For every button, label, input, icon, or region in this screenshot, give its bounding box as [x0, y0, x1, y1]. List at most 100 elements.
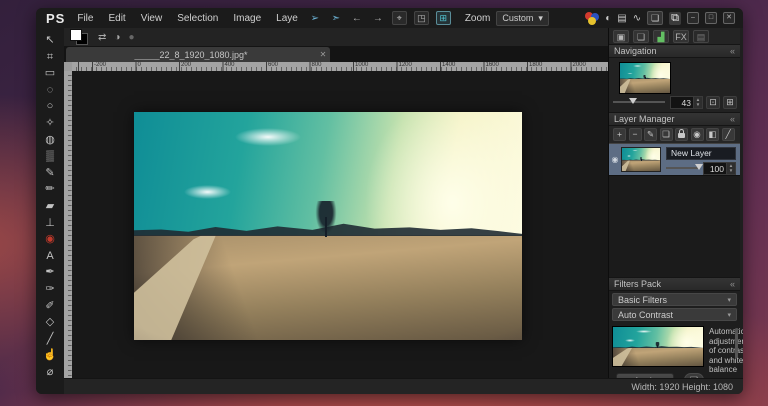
move-tool[interactable]: ↖ — [40, 32, 60, 49]
tab-layers[interactable]: ❏ — [633, 30, 649, 43]
select-tool-icon[interactable]: ➢ — [308, 13, 322, 24]
duplicate-layer-button[interactable]: ❏ — [660, 128, 673, 141]
collapse-icon[interactable]: « — [730, 279, 735, 289]
visibility-layer-button[interactable]: ◉ — [691, 128, 704, 141]
pencil-tool[interactable]: ✎ — [40, 165, 60, 182]
add-layer-button[interactable]: + — [613, 128, 626, 141]
tab-effects[interactable]: FX — [673, 30, 689, 43]
zoom-mode-value: Custom — [502, 13, 533, 23]
document-tab[interactable]: _____22_8_1920_1080.jpg* ✕ — [66, 47, 330, 62]
select-alt-tool-icon[interactable]: ➣ — [329, 13, 343, 24]
menu-file[interactable]: File — [77, 13, 93, 24]
remove-layer-button[interactable]: − — [629, 128, 642, 141]
clone-stamp-tool[interactable]: ⊥ — [40, 215, 60, 232]
nav-zoom-slider[interactable] — [613, 101, 665, 103]
brush-tool[interactable]: ✏ — [40, 181, 60, 198]
history-back-icon[interactable]: ← — [350, 13, 364, 24]
menu-layer[interactable]: Laye — [276, 13, 298, 24]
right-panel: ▣ ❏ ▟ FX ▤ Navigation « 43 ▲▼ ⊡ ⊞ Layer Mana… — [608, 28, 740, 378]
color-swatches[interactable] — [70, 29, 90, 45]
layer-opacity-value[interactable]: 100 — [703, 162, 727, 175]
grid-view-icon[interactable]: ⊞ — [436, 11, 451, 25]
levels-icon[interactable]: ▤ — [617, 13, 626, 24]
close-button[interactable]: ✕ — [723, 12, 735, 24]
history-forward-icon[interactable]: → — [371, 13, 385, 24]
pen-tool[interactable]: ✒ — [40, 264, 60, 281]
tab-image[interactable]: ▣ — [613, 30, 629, 43]
curves-icon[interactable]: ∿ — [633, 13, 641, 24]
layers-panel-icon[interactable]: ❏ — [647, 11, 663, 25]
draw-layer-button[interactable]: ╱ — [722, 128, 735, 141]
lasso-tool[interactable]: ○ — [40, 98, 60, 115]
filters-pack-header[interactable]: Filters Pack « — [609, 277, 740, 291]
step-down-icon[interactable]: ▼ — [727, 168, 735, 174]
description-scrollbar[interactable] — [735, 328, 738, 358]
layer-opacity-spinbox[interactable]: 100 ▲▼ — [703, 162, 736, 175]
filter-preview-thumbnail[interactable] — [612, 326, 704, 367]
hand-tool[interactable]: ☝ — [40, 347, 60, 364]
ruler-label: 400 — [225, 62, 235, 68]
minimize-button[interactable]: – — [687, 12, 699, 24]
path-select-tool[interactable]: ✐ — [40, 298, 60, 315]
lock-layer-button[interactable] — [675, 128, 688, 141]
nav-zoom-spinbox[interactable]: 43 ▲▼ — [670, 96, 703, 109]
tab-histogram[interactable]: ▟ — [653, 30, 669, 43]
text-tool[interactable]: A — [40, 248, 60, 265]
tool-options-row: ⇄ ◑ ● — [64, 28, 608, 46]
canvas-image[interactable] — [134, 112, 522, 340]
zoom-mode-select[interactable]: Custom ▾ — [496, 11, 549, 26]
red-eye-tool[interactable]: ◉ — [40, 231, 60, 248]
target-view-icon[interactable]: ⌖ — [392, 11, 407, 25]
color-picker-tool[interactable]: ✧ — [40, 115, 60, 132]
layer-opacity-slider[interactable] — [666, 167, 698, 169]
collapse-icon[interactable]: « — [730, 114, 735, 124]
ruler-label: 1000 — [355, 62, 368, 68]
crop-tool[interactable]: ⌗ — [40, 49, 60, 66]
layer-name-field[interactable]: New Layer — [666, 147, 736, 160]
layer-row[interactable]: ◉ New Layer 100 ▲▼ — [609, 143, 740, 176]
tab-close-icon[interactable]: ✕ — [316, 50, 330, 59]
frame-view-icon[interactable]: ◳ — [414, 11, 429, 25]
collapse-icon[interactable]: « — [730, 46, 735, 56]
fill-tool[interactable]: ◍ — [40, 132, 60, 149]
eraser-tool[interactable]: ▰ — [40, 198, 60, 215]
brush-dot-icon[interactable]: ● — [128, 32, 134, 43]
blend-mode-icon[interactable]: ◑ — [114, 32, 120, 43]
menu-view[interactable]: View — [141, 13, 163, 24]
step-down-icon[interactable]: ▼ — [694, 102, 702, 108]
menu-selection[interactable]: Selection — [177, 13, 218, 24]
paint-layer-button[interactable]: ✎ — [644, 128, 657, 141]
tab-list[interactable]: ▤ — [693, 30, 709, 43]
measure-tool[interactable]: ╱ — [40, 331, 60, 348]
foreground-color-swatch[interactable] — [70, 29, 82, 41]
pen-add-tool[interactable]: ✑ — [40, 281, 60, 298]
swap-colors-icon[interactable]: ⇄ — [98, 32, 106, 43]
layer-visibility-icon[interactable]: ◉ — [609, 155, 621, 164]
menu-edit[interactable]: Edit — [108, 13, 125, 24]
nav-zoom-value[interactable]: 43 — [670, 96, 694, 109]
filter-select[interactable]: Auto Contrast ▾ — [612, 308, 737, 321]
ruler-label: 600 — [268, 62, 278, 68]
slider-handle[interactable] — [629, 98, 637, 104]
chevron-down-icon: ▾ — [538, 13, 543, 24]
mask-layer-button[interactable]: ◧ — [706, 128, 719, 141]
zoom-actual-icon[interactable]: ⊞ — [723, 96, 737, 109]
layer-manager-header[interactable]: Layer Manager « — [609, 112, 740, 126]
slider-handle[interactable] — [695, 164, 703, 170]
layer-thumbnail[interactable] — [621, 147, 661, 172]
canvas-area[interactable] — [72, 71, 608, 378]
zoom-tool[interactable]: ⌀ — [40, 364, 60, 381]
filter-category-select[interactable]: Basic Filters ▾ — [612, 293, 737, 306]
restore-window-icon[interactable]: ⧉ — [669, 12, 681, 25]
menu-image[interactable]: Image — [233, 13, 261, 24]
polygon-tool[interactable]: ◇ — [40, 314, 60, 331]
rect-select-tool[interactable]: ▭ — [40, 65, 60, 82]
ellipse-select-tool[interactable]: ◌ — [40, 82, 60, 99]
gradient-tool[interactable]: ▒ — [40, 148, 60, 165]
navigation-header[interactable]: Navigation « — [609, 44, 740, 58]
navigation-thumbnail[interactable] — [619, 62, 671, 94]
zoom-fit-icon[interactable]: ⊡ — [706, 96, 720, 109]
color-wheel-icon[interactable] — [585, 12, 599, 25]
contrast-icon[interactable]: ◐ — [605, 13, 611, 24]
maximize-button[interactable]: □ — [705, 12, 717, 24]
